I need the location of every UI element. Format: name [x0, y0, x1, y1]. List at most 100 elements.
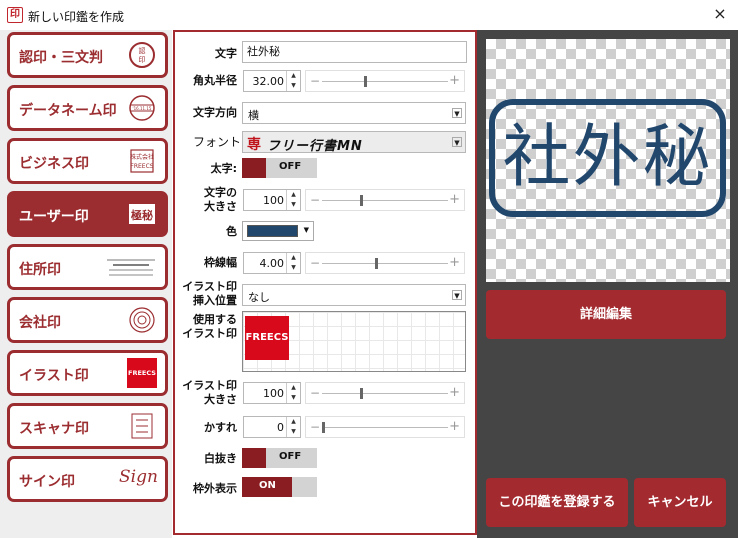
white-out-state: OFF: [279, 451, 302, 462]
plus-icon: +: [449, 192, 460, 207]
illust-position-select[interactable]: なし ▼: [242, 284, 466, 306]
spinner-arrows[interactable]: ▲ ▼: [286, 417, 300, 437]
settings-panel: 文字 社外秘 角丸半径 32.00 ▲ ▼ − + 文字方向 横 ▼ フォント 専…: [173, 30, 477, 535]
category-scanner[interactable]: スキャナ印: [7, 403, 168, 449]
text-size-value: 100: [263, 194, 284, 207]
bold-state: OFF: [279, 161, 302, 172]
svg-text:印: 印: [139, 56, 146, 64]
minus-icon: −: [310, 193, 321, 207]
category-business[interactable]: ビジネス印 株式会社 FREECS: [7, 138, 168, 184]
category-illust[interactable]: イラスト印 FREECS: [7, 350, 168, 396]
bold-label: 太字:: [210, 162, 237, 175]
color-label: 色: [226, 225, 237, 238]
illust-size-spinner[interactable]: 100 ▲ ▼: [243, 382, 301, 404]
close-button[interactable]: ×: [710, 4, 730, 24]
register-button[interactable]: この印鑑を登録する: [486, 478, 628, 527]
bold-toggle[interactable]: OFF: [242, 158, 317, 178]
border-width-spinner[interactable]: 4.00 ▲ ▼: [243, 252, 301, 274]
border-width-value: 4.00: [259, 257, 285, 270]
blur-value: 0: [277, 421, 284, 434]
detail-edit-button[interactable]: 詳細編集: [486, 290, 726, 339]
blur-spinner[interactable]: 0 ▲ ▼: [243, 416, 301, 438]
chevron-down-icon: ▼: [452, 108, 462, 118]
address-thumb-icon: [107, 259, 155, 276]
text-direction-value: 横: [248, 109, 259, 122]
color-swatch: [247, 225, 298, 237]
category-label: 認印・三文判: [19, 50, 103, 66]
category-label: データネーム印: [19, 103, 117, 119]
slider-thumb[interactable]: [363, 76, 367, 87]
corner-radius-slider[interactable]: − +: [305, 70, 465, 92]
slider-thumb[interactable]: [322, 422, 325, 433]
blur-slider[interactable]: − +: [305, 416, 465, 438]
category-label: ユーザー印: [19, 209, 89, 225]
illust-position-label-1: イラスト印: [182, 280, 237, 293]
corner-radius-label: 角丸半径: [193, 74, 237, 87]
outer-display-toggle[interactable]: ON: [242, 477, 317, 497]
category-label: イラスト印: [19, 368, 89, 384]
chevron-down-icon: ▼: [452, 290, 462, 300]
spinner-arrows[interactable]: ▲ ▼: [286, 71, 300, 91]
app-icon: 印: [7, 7, 23, 23]
cancel-button[interactable]: キャンセル: [634, 478, 726, 527]
illust-position-value: なし: [248, 291, 270, 304]
slider-thumb[interactable]: [359, 195, 363, 206]
preview-panel: 社外秘 詳細編集 この印鑑を登録する キャンセル: [477, 30, 738, 538]
color-picker[interactable]: ▼: [242, 221, 314, 241]
text-input[interactable]: 社外秘: [242, 41, 467, 63]
category-mitomein[interactable]: 認印・三文判 認 印: [7, 32, 168, 78]
spinner-arrows[interactable]: ▲ ▼: [286, 383, 300, 403]
spinner-arrows[interactable]: ▲ ▼: [286, 190, 300, 210]
svg-text:'16.11.15: '16.11.15: [133, 106, 152, 111]
stamp-text: 社外秘: [502, 118, 713, 197]
svg-text:FREECS: FREECS: [130, 163, 153, 170]
illust-size-value: 100: [263, 387, 284, 400]
illust-selected-freecs[interactable]: FREECS: [245, 316, 289, 360]
illust-thumb-icon: FREECS: [127, 358, 157, 388]
illust-size-label-1: イラスト印: [182, 379, 237, 392]
category-user[interactable]: ユーザー印 極秘: [7, 191, 168, 237]
category-sign[interactable]: サイン印 Sign: [7, 456, 168, 502]
text-size-label-1: 文字の: [204, 186, 237, 199]
text-direction-label: 文字方向: [193, 106, 237, 119]
border-width-slider[interactable]: − +: [305, 252, 465, 274]
illust-grid[interactable]: FREECS: [242, 311, 466, 372]
slider-thumb[interactable]: [359, 388, 363, 399]
user-thumb-icon: 極秘: [129, 204, 155, 224]
font-label: フォント: [192, 135, 241, 149]
corner-radius-spinner[interactable]: 32.00 ▲ ▼: [243, 70, 301, 92]
category-label: サイン印: [19, 474, 75, 490]
white-out-toggle[interactable]: OFF: [242, 448, 317, 468]
title-bar: 印 新しい印鑑を作成 ×: [0, 0, 738, 30]
text-size-slider[interactable]: − +: [305, 189, 465, 211]
font-icon: 専: [247, 137, 261, 153]
company-thumb-icon: [129, 307, 155, 333]
minus-icon: −: [310, 256, 321, 270]
illust-used-label-1: 使用する: [193, 313, 237, 326]
text-direction-select[interactable]: 横 ▼: [242, 102, 466, 124]
business-thumb-icon: 株式会社 FREECS: [130, 149, 154, 173]
svg-text:株式会社: 株式会社: [130, 153, 154, 161]
category-company[interactable]: 会社印: [7, 297, 168, 343]
category-label: 住所印: [19, 262, 61, 278]
illust-size-slider[interactable]: − +: [305, 382, 465, 404]
outer-display-state: ON: [259, 480, 276, 491]
category-address[interactable]: 住所印: [7, 244, 168, 290]
chevron-down-icon: ▼: [452, 137, 462, 147]
font-select[interactable]: 専 フリー行書MN ▼: [242, 131, 466, 154]
sign-thumb-icon: Sign: [119, 467, 158, 487]
category-label: 会社印: [19, 315, 61, 331]
illust-size-label-2: 大きさ: [204, 393, 237, 406]
category-label: ビジネス印: [19, 156, 89, 172]
text-size-spinner[interactable]: 100 ▲ ▼: [243, 189, 301, 211]
minus-icon: −: [310, 420, 321, 434]
illust-used-label-2: イラスト印: [182, 327, 237, 340]
spinner-arrows[interactable]: ▲ ▼: [286, 253, 300, 273]
svg-text:極秘: 極秘: [130, 208, 153, 222]
font-value: フリー行書MN: [267, 139, 363, 154]
plus-icon: +: [449, 385, 460, 400]
outer-display-label: 枠外表示: [193, 482, 237, 495]
category-data-name[interactable]: データネーム印 '16.11.15: [7, 85, 168, 131]
slider-thumb[interactable]: [374, 258, 378, 269]
stamp-frame: 社外秘: [489, 99, 726, 217]
